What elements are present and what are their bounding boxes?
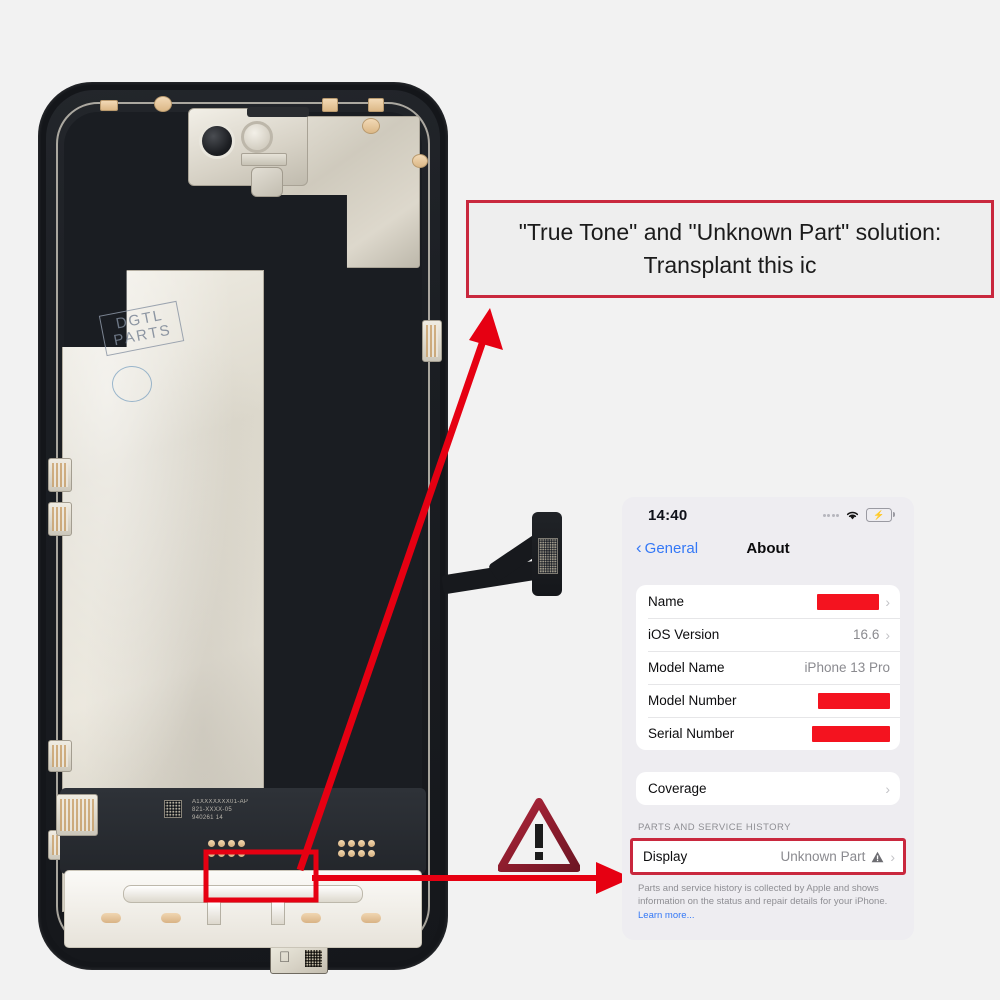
row-serial-number-value-wrap <box>812 725 890 742</box>
row-coverage[interactable]: Coverage › <box>636 772 900 805</box>
screenshot-root: DGTL PARTS A1XXXXXXX01-AP 821-XXXX-05 94… <box>0 0 1000 1000</box>
cellular-dots-icon <box>822 513 839 517</box>
row-display-label: Display <box>643 849 688 864</box>
row-model-name-value-wrap: iPhone 13 Pro <box>804 660 890 675</box>
callout-line-2: Transplant this ic <box>643 252 817 278</box>
left-connector-2 <box>48 502 72 536</box>
status-bar-icons: ⚡ <box>822 508 895 522</box>
row-model-number-value-wrap <box>818 692 890 709</box>
earpiece-speaker <box>247 107 309 117</box>
iphone-display-assembly-photo: DGTL PARTS A1XXXXXXX01-AP 821-XXXX-05 94… <box>38 82 562 974</box>
row-name-label: Name <box>648 594 685 609</box>
display-driver-board: A1XXXXXXX01-AP 821-XXXX-05 940261 14 <box>56 788 426 874</box>
callout-line-1: "True Tone" and "Unknown Part" solution: <box>518 219 942 246</box>
ios-navigation-bar: ‹ General About <box>622 533 914 563</box>
chevron-right-icon: › <box>890 848 895 865</box>
row-display-value: Unknown Part <box>780 849 866 864</box>
row-model-name-label: Model Name <box>648 660 725 675</box>
bracket-tab-1 <box>207 901 221 925</box>
proximity-sensor <box>241 121 273 153</box>
parts-history-footnote: Parts and service history is collected b… <box>638 882 898 922</box>
row-name-value: › <box>817 593 890 610</box>
ios-status-bar: 14:40 ⚡ <box>622 497 914 533</box>
arrow-to-callout-head <box>469 308 503 350</box>
bracket-tab-2 <box>271 901 285 925</box>
display-bottom-bracket <box>64 870 422 948</box>
inspection-stamp <box>112 366 152 402</box>
top-pad-3 <box>322 98 338 112</box>
row-display-value-wrap: Unknown Part › <box>781 849 895 864</box>
row-coverage-label: Coverage <box>648 781 707 796</box>
status-bar-time: 14:40 <box>648 506 688 524</box>
learn-more-link[interactable]: Learn more... <box>638 910 695 921</box>
row-model-number-label: Model Number <box>648 693 737 708</box>
row-serial-number-label: Serial Number <box>648 726 735 741</box>
row-serial-number: Serial Number <box>636 717 900 750</box>
back-to-general-button[interactable]: ‹ General <box>636 538 699 557</box>
row-model-number: Model Number <box>636 684 900 717</box>
warning-triangle-icon <box>871 851 884 862</box>
sensor-module <box>188 107 309 197</box>
row-ios-version-value-wrap: 16.6 › <box>853 627 890 642</box>
ic-qr-code <box>305 950 322 967</box>
row-coverage-value-wrap: › <box>885 782 890 796</box>
sensor-flex-tab <box>251 167 283 197</box>
warning-triangle-icon <box>498 798 580 872</box>
footnote-text: Parts and service history is collected b… <box>638 883 888 908</box>
row-ios-version[interactable]: iOS Version 16.6 › <box>636 618 900 651</box>
top-pad-5 <box>362 118 380 134</box>
battery-charging-icon: ⚡ <box>866 508 895 522</box>
row-model-name: Model Name iPhone 13 Pro <box>636 651 900 684</box>
speaker-grille <box>241 153 287 166</box>
right-pad-1 <box>412 154 428 168</box>
left-connector-1 <box>48 458 72 492</box>
bracket-pad-4 <box>361 913 381 923</box>
display-group: Display Unknown Part › <box>633 841 903 872</box>
redacted-name-value <box>817 593 880 610</box>
redacted-serial-number-value <box>812 725 890 742</box>
top-pad-1 <box>100 100 118 111</box>
board-connector-left <box>56 794 98 836</box>
ios-settings-screenshot: 14:40 ⚡ ‹ General About Name › iOS Versi… <box>622 497 914 940</box>
callout-box: "True Tone" and "Unknown Part" solution:… <box>466 200 994 298</box>
right-connector-1 <box>422 320 442 362</box>
bracket-pad-3 <box>301 913 321 923</box>
display-row-highlight: Display Unknown Part › <box>630 838 906 875</box>
chevron-left-icon: ‹ <box>636 538 642 557</box>
bracket-pad-2 <box>161 913 181 923</box>
front-camera-lens <box>199 123 235 159</box>
parts-section-header: PARTS AND SERVICE HISTORY <box>638 822 791 833</box>
left-connector-3 <box>48 740 72 772</box>
row-ios-version-value: 16.6 <box>853 627 880 642</box>
row-model-name-value: iPhone 13 Pro <box>804 660 890 675</box>
back-button-label: General <box>644 539 699 557</box>
coverage-group: Coverage › <box>636 772 900 805</box>
chevron-right-icon: › <box>885 626 890 643</box>
chevron-right-icon: › <box>885 780 890 797</box>
flex-cable-connector <box>532 512 562 596</box>
top-pad-4 <box>368 98 384 112</box>
row-name[interactable]: Name › <box>636 585 900 618</box>
target-ic-chip:  <box>270 944 328 974</box>
bga-pad-array-left <box>208 840 245 857</box>
row-ios-version-label: iOS Version <box>648 627 720 642</box>
bga-pad-array-right <box>338 840 375 857</box>
device-info-group: Name › iOS Version 16.6 › Model Name iPh… <box>636 585 900 750</box>
board-qr-code <box>164 800 182 818</box>
display-flex-cable <box>441 512 562 612</box>
board-silkscreen-text: A1XXXXXXX01-AP 821-XXXX-05 940261 14 <box>192 799 249 822</box>
bracket-pad-1 <box>101 913 121 923</box>
top-pad-2 <box>154 96 172 112</box>
redacted-model-number-value <box>818 692 890 709</box>
chevron-right-icon: › <box>885 593 890 610</box>
wifi-icon <box>846 511 859 520</box>
apple-logo-icon:  <box>279 950 290 965</box>
row-display[interactable]: Display Unknown Part › <box>633 841 903 872</box>
